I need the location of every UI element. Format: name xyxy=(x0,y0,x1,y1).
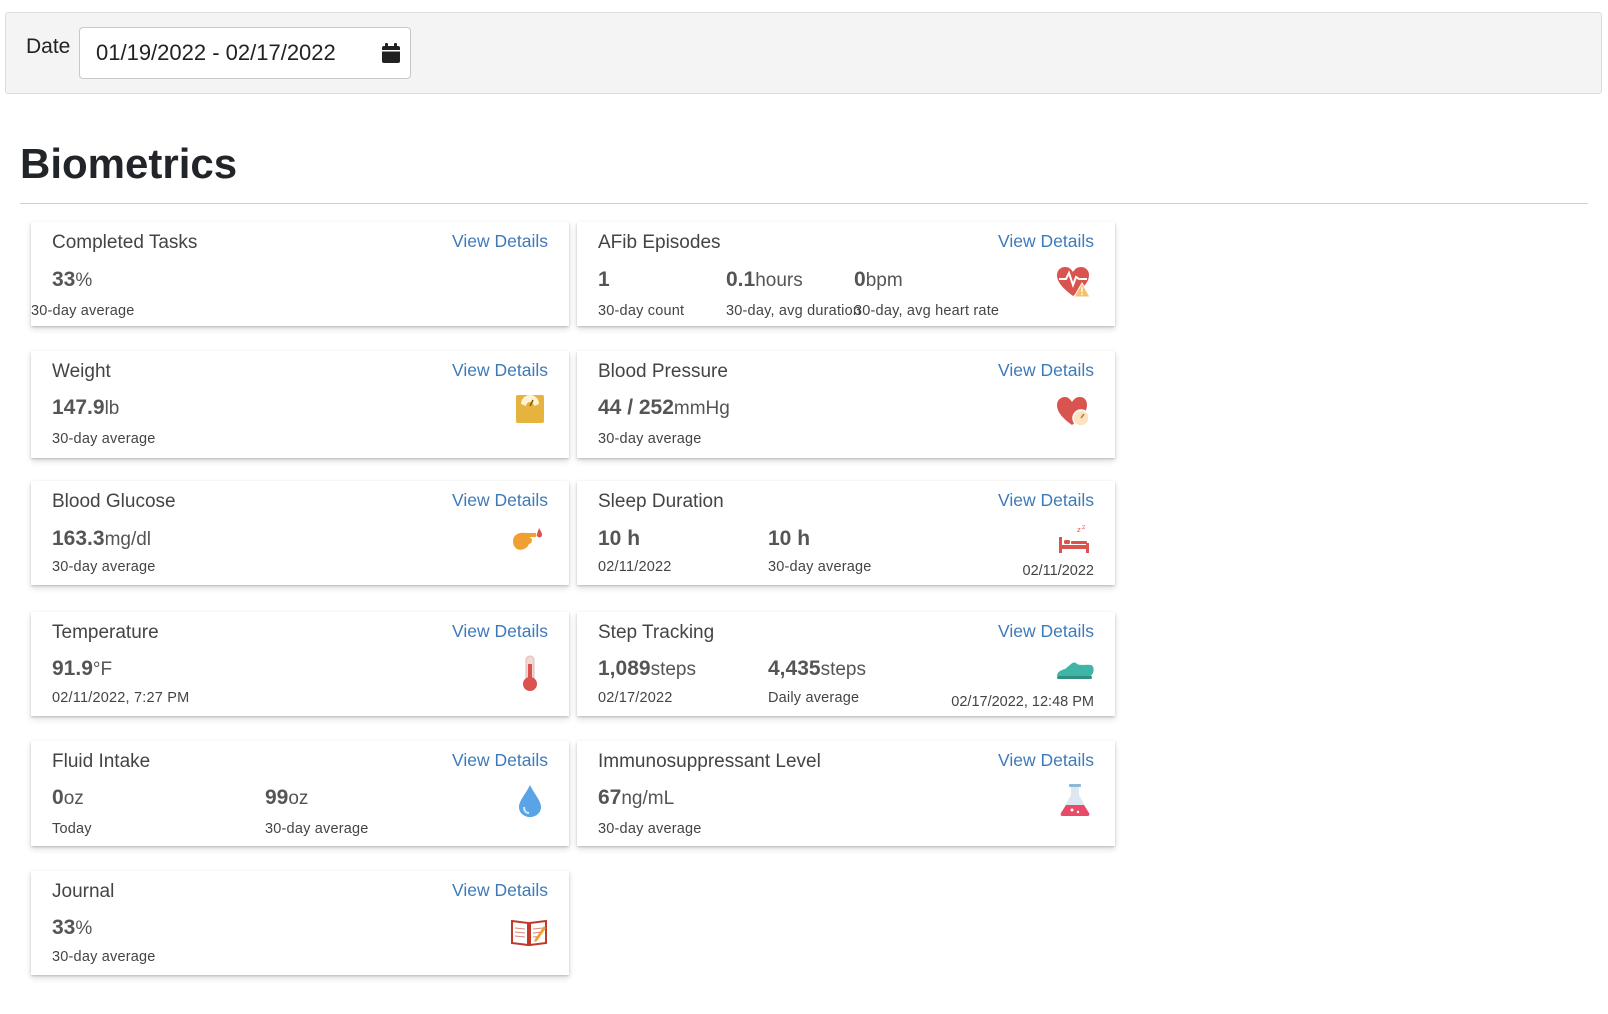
afib-heart-rate-caption: 30-day, avg heart rate xyxy=(854,303,1000,319)
view-details-link[interactable]: View Details xyxy=(998,621,1094,642)
metric-caption: 30-day average xyxy=(598,431,702,447)
view-details-link[interactable]: View Details xyxy=(998,750,1094,771)
metric-value: 163.3mg/dl xyxy=(52,527,152,550)
metric-value: 44 / 252mmHg xyxy=(598,396,730,419)
book-icon xyxy=(511,919,547,947)
metric-reading-time: 02/11/2022, 7:27 PM xyxy=(52,690,190,706)
card-temperature: Temperature View Details 91.9°F 02/11/20… xyxy=(31,612,569,716)
card-title: Completed Tasks xyxy=(52,232,198,253)
card-blood-pressure: Blood Pressure View Details 44 / 252mmHg… xyxy=(577,351,1115,458)
fluid-today-value: 0oz xyxy=(52,786,84,809)
card-title: Journal xyxy=(52,881,115,902)
card-afib-episodes: AFib Episodes View Details 1 30-day coun… xyxy=(577,222,1115,326)
bed-icon: z z xyxy=(1059,525,1089,553)
afib-duration-caption: 30-day, avg duration xyxy=(726,303,862,319)
svg-text:z: z xyxy=(1077,526,1081,534)
steps-average-caption: Daily average xyxy=(768,690,860,706)
card-title: Fluid Intake xyxy=(52,751,151,772)
metric-value: 91.9°F xyxy=(52,657,113,680)
sleep-last-date: 02/11/2022 xyxy=(598,559,672,575)
card-title: AFib Episodes xyxy=(598,232,721,253)
card-immunosuppressant-level: Immunosuppressant Level View Details 67n… xyxy=(577,741,1115,846)
date-range-input[interactable]: 01/19/2022 - 02/17/2022 xyxy=(79,27,411,79)
water-drop-icon xyxy=(519,785,541,817)
metric-value: 147.9lb xyxy=(52,396,120,419)
view-details-link[interactable]: View Details xyxy=(452,490,548,511)
metric-caption: 30-day average xyxy=(598,821,702,837)
card-weight: Weight View Details 147.9lb 30-day avera… xyxy=(31,351,569,458)
afib-count: 1 xyxy=(598,268,610,291)
view-details-link[interactable]: View Details xyxy=(452,750,548,771)
card-title: Weight xyxy=(52,361,111,382)
finger-drop-icon xyxy=(513,528,543,550)
card-title: Immunosuppressant Level xyxy=(598,751,821,772)
heart-gauge-icon xyxy=(1057,397,1090,427)
heart-warning-icon xyxy=(1057,267,1091,298)
view-details-link[interactable]: View Details xyxy=(998,490,1094,511)
card-title: Blood Pressure xyxy=(598,361,728,382)
steps-average-value: 4,435steps xyxy=(768,657,866,680)
fluid-average-caption: 30-day average xyxy=(265,821,369,837)
card-sleep-duration: Sleep Duration View Details 10 h 02/11/2… xyxy=(577,481,1115,585)
metric-value: 67ng/mL xyxy=(598,786,675,809)
divider xyxy=(20,203,1588,204)
sleep-updated-date: 02/11/2022 xyxy=(1022,563,1095,579)
svg-text:z: z xyxy=(1082,525,1085,531)
metric-caption: 30-day average xyxy=(52,559,156,575)
afib-heart-rate: 0bpm xyxy=(854,268,903,291)
view-details-link[interactable]: View Details xyxy=(998,360,1094,381)
metric-value: 33% xyxy=(52,916,93,939)
scale-icon xyxy=(516,395,544,423)
card-fluid-intake: Fluid Intake View Details 0oz Today 99oz… xyxy=(31,741,569,846)
sleep-last-value: 10 h xyxy=(598,527,641,550)
date-range-value: 01/19/2022 - 02/17/2022 xyxy=(96,40,336,65)
card-title: Temperature xyxy=(52,622,159,643)
afib-count-caption: 30-day count xyxy=(598,303,685,319)
card-journal: Journal View Details 33% 30-day average xyxy=(31,871,569,975)
card-blood-glucose: Blood Glucose View Details 163.3mg/dl 30… xyxy=(31,481,569,585)
steps-updated-date: 02/17/2022, 12:48 PM xyxy=(951,694,1094,710)
thermometer-icon xyxy=(523,655,537,691)
shoe-icon xyxy=(1057,662,1094,679)
card-completed-tasks: Completed Tasks View Details 33% 30-day … xyxy=(31,222,569,326)
view-details-link[interactable]: View Details xyxy=(452,880,548,901)
metric-caption: 30-day average xyxy=(52,431,156,447)
sleep-average-caption: 30-day average xyxy=(768,559,872,575)
sleep-average-value: 10 h xyxy=(768,527,811,550)
date-label: Date xyxy=(26,35,71,58)
filter-bar: Date 01/19/2022 - 02/17/2022 xyxy=(5,12,1602,94)
card-title: Sleep Duration xyxy=(598,491,724,512)
steps-today-value: 1,089steps xyxy=(598,657,696,680)
metric-caption: 30-day average xyxy=(31,303,135,319)
page-title: Biometrics xyxy=(20,140,238,187)
view-details-link[interactable]: View Details xyxy=(452,231,548,252)
fluid-average-value: 99oz xyxy=(265,786,309,809)
flask-icon xyxy=(1060,784,1090,816)
view-details-link[interactable]: View Details xyxy=(998,231,1094,252)
steps-today-date: 02/17/2022 xyxy=(598,690,673,706)
view-details-link[interactable]: View Details xyxy=(452,621,548,642)
metric-caption: 30-day average xyxy=(52,949,156,965)
fluid-today-caption: Today xyxy=(52,821,92,837)
view-details-link[interactable]: View Details xyxy=(452,360,548,381)
card-step-tracking: Step Tracking View Details 1,089steps 02… xyxy=(577,612,1115,716)
card-title: Blood Glucose xyxy=(52,491,176,512)
card-title: Step Tracking xyxy=(598,622,715,643)
metric-value: 33% xyxy=(52,268,93,291)
afib-duration: 0.1hours xyxy=(726,268,803,291)
calendar-icon[interactable] xyxy=(381,42,401,64)
